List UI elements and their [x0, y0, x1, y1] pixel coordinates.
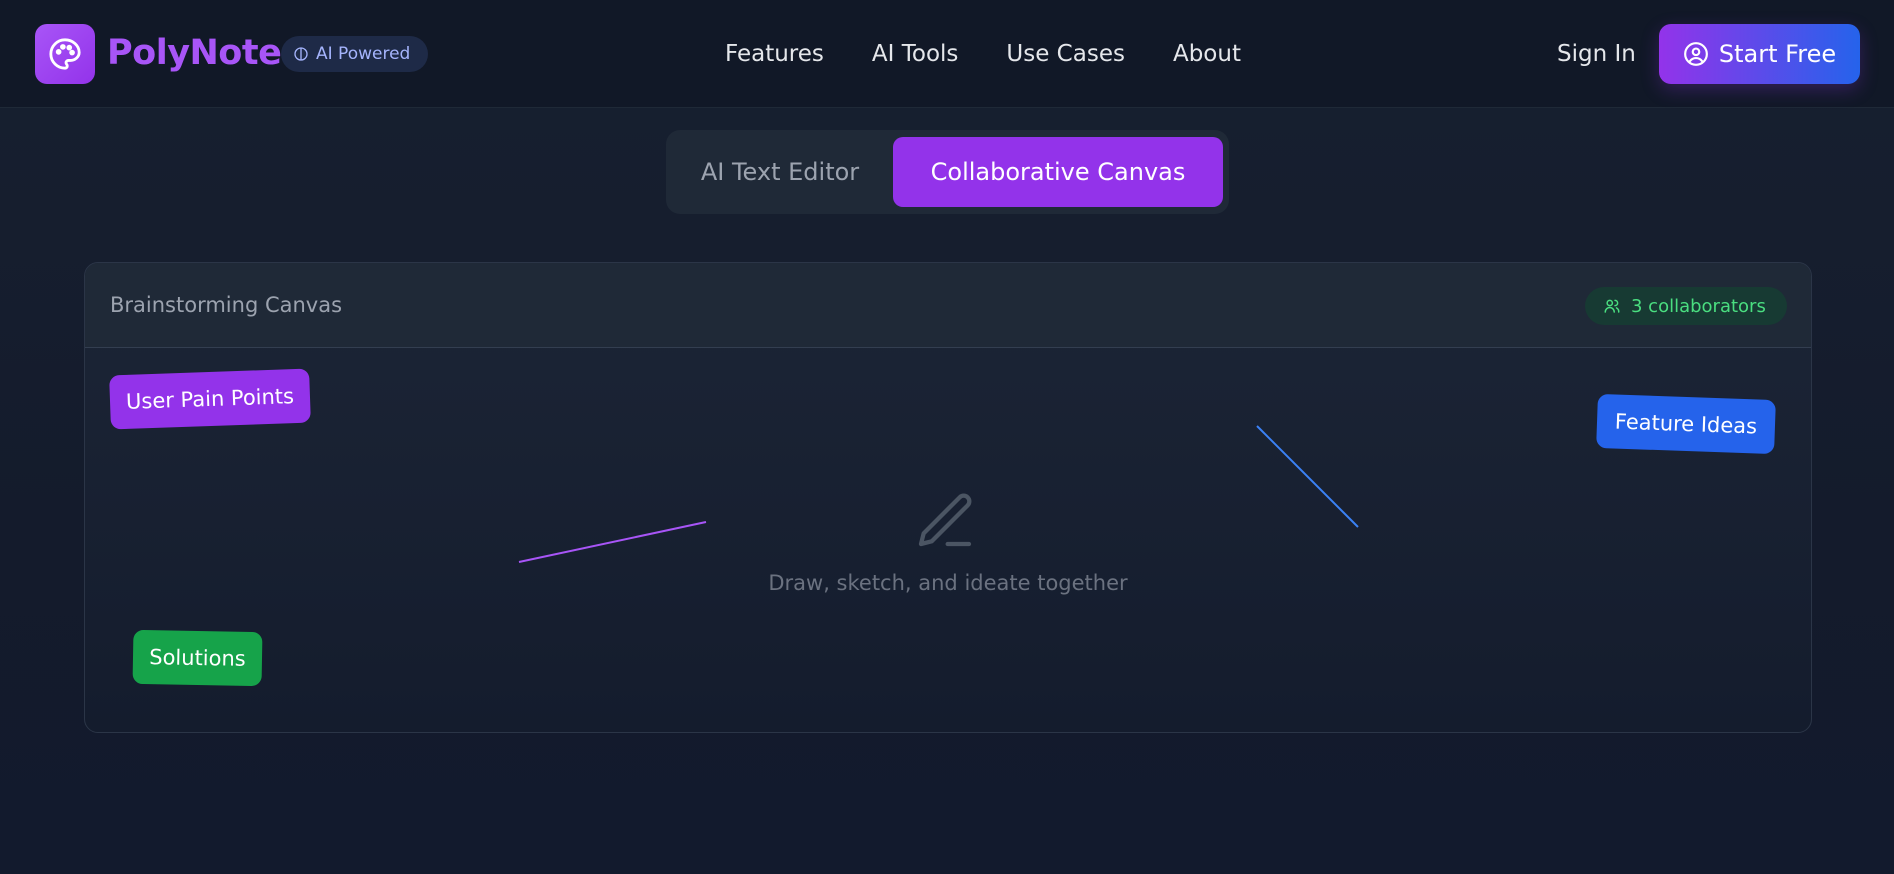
sticky-note-user-pain-points[interactable]: User Pain Points	[109, 368, 311, 430]
sticky-note-feature-ideas[interactable]: Feature Ideas	[1596, 393, 1776, 455]
brainstorming-canvas-card: Brainstorming Canvas 3 collaborators Dra…	[84, 262, 1812, 733]
sticky-note-solutions[interactable]: Solutions	[132, 629, 263, 687]
purple-stroke	[518, 521, 707, 563]
nav-about[interactable]: About	[1173, 41, 1241, 67]
blue-stroke	[1256, 425, 1359, 528]
ai-powered-badge: AI Powered	[281, 36, 428, 72]
sign-in-link[interactable]: Sign In	[1557, 30, 1636, 78]
nav-ai-tools[interactable]: AI Tools	[872, 41, 959, 67]
top-navbar: PolyNote AI Powered Features AI Tools Us…	[0, 0, 1894, 108]
start-free-button[interactable]: Start Free	[1659, 24, 1860, 84]
nav-features[interactable]: Features	[725, 41, 824, 67]
pencil-icon	[918, 493, 972, 547]
tab-collaborative-canvas[interactable]: Collaborative Canvas	[893, 137, 1223, 207]
user-circle-icon	[1683, 42, 1708, 66]
canvas-empty-message: Draw, sketch, and ideate together	[768, 571, 1128, 595]
nav-use-cases[interactable]: Use Cases	[1006, 41, 1125, 67]
brand-name[interactable]: PolyNote	[107, 28, 282, 78]
palette-logo-icon[interactable]	[35, 24, 95, 84]
tab-ai-text-editor[interactable]: AI Text Editor	[673, 137, 887, 207]
ai-badge-label: AI Powered	[316, 44, 411, 64]
mode-tabs: AI Text Editor Collaborative Canvas	[666, 130, 1229, 214]
brain-icon	[294, 47, 308, 61]
main-nav: Features AI Tools Use Cases About	[725, 30, 1241, 78]
start-free-label: Start Free	[1718, 40, 1837, 68]
